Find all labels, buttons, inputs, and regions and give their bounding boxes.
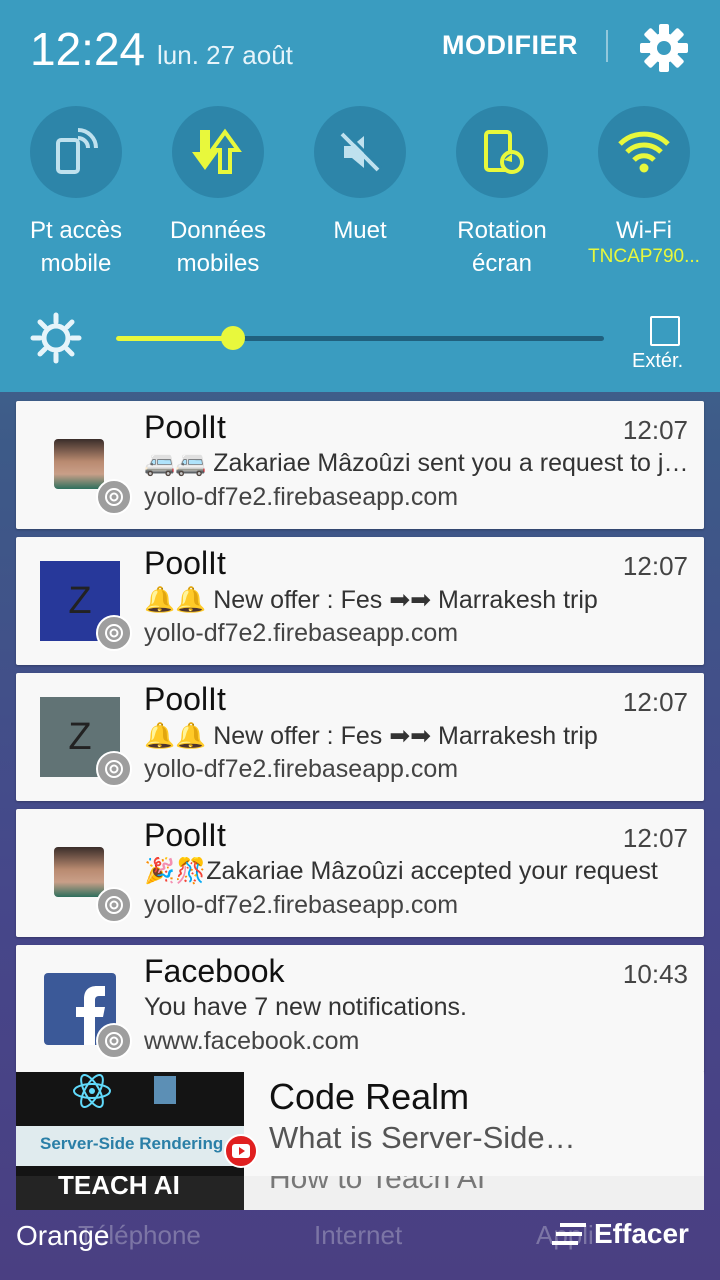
tile-mute[interactable]: Muet xyxy=(290,106,430,247)
notification-time: 12:07 xyxy=(622,415,688,445)
chrome-icon xyxy=(96,615,132,651)
notification-source: yollo-df7e2.firebaseapp.com xyxy=(144,891,459,919)
outdoor-checkbox[interactable] xyxy=(650,316,680,346)
clear-all-icon xyxy=(552,1223,586,1245)
clock: 12:24 xyxy=(30,23,146,75)
notification-time: 12:07 xyxy=(622,551,688,581)
tile-mobile-data-label: Données mobiles xyxy=(169,217,267,277)
avatar-letter: Z xyxy=(68,715,92,758)
notification-card[interactable]: Z PoolIt 12:07 🔔🔔 New offer : Fes ➡➡ Mar… xyxy=(16,673,704,801)
server-icon xyxy=(154,1076,176,1104)
react-logo-icon xyxy=(73,1074,111,1108)
notification-app-name: PoolIt xyxy=(144,817,226,853)
notification-message: 🔔🔔 New offer : Fes ➡➡ Marrakesh trip xyxy=(144,586,598,614)
wifi-icon xyxy=(618,131,670,173)
notification-card[interactable]: Z PoolIt 12:07 🔔🔔 New offer : Fes ➡➡ Mar… xyxy=(16,537,704,665)
youtube-icon xyxy=(224,1134,258,1168)
date: lun. 27 août xyxy=(157,40,293,70)
tile-wifi-button[interactable] xyxy=(598,106,690,198)
video-title: How to Teach AI xyxy=(269,1176,486,1195)
notification-source: www.facebook.com xyxy=(144,1027,360,1055)
video-title: What is Server-Side… xyxy=(269,1120,576,1155)
dock-label-internet: Internet xyxy=(314,1220,403,1250)
tile-wifi-label: Wi-Fi xyxy=(616,217,672,244)
video-thumbnail: TEACH AI xyxy=(16,1176,244,1210)
tile-wifi[interactable]: Wi-Fi TNCAP790... xyxy=(574,106,714,267)
notification-card[interactable]: Facebook 10:43 You have 7 new notificati… xyxy=(16,945,704,1073)
chrome-icon xyxy=(96,887,132,923)
notification-message: 🚐🚐 Zakariae Mâzoûzi sent you a request t… xyxy=(144,449,689,477)
notification-message: You have 7 new notifications. xyxy=(144,993,467,1021)
notification-time: 12:07 xyxy=(622,823,688,853)
notification-source: yollo-df7e2.firebaseapp.com xyxy=(144,755,459,783)
notification-time: 10:43 xyxy=(622,959,688,989)
notification-message: 🔔🔔 New offer : Fes ➡➡ Marrakesh trip xyxy=(144,722,598,750)
brightness-icon xyxy=(30,312,82,364)
wifi-network-name: TNCAP790... xyxy=(588,246,700,267)
tile-rotation-button[interactable] xyxy=(456,106,548,198)
notification-app-name: PoolIt xyxy=(144,409,226,445)
thumbnail-text: Server-Side Rendering xyxy=(40,1134,224,1153)
notification-card[interactable]: PoolIt 12:07 🎉🎊Zakariae Mâzoûzi accepted… xyxy=(16,809,704,937)
notification-app-name: PoolIt xyxy=(144,681,226,717)
divider xyxy=(606,30,608,62)
tile-mute-button[interactable] xyxy=(314,106,406,198)
mobile-data-icon xyxy=(192,128,242,174)
gear-icon[interactable] xyxy=(638,22,690,74)
tile-hotspot-button[interactable] xyxy=(30,106,122,198)
video-thumbnail: Server-Side Rendering xyxy=(16,1072,244,1176)
channel-name: Code Realm xyxy=(269,1076,470,1117)
rotation-icon xyxy=(484,130,524,174)
chrome-icon xyxy=(96,751,132,787)
avatar xyxy=(54,439,104,489)
tile-mobile-data-button[interactable] xyxy=(172,106,264,198)
notification-source: yollo-df7e2.firebaseapp.com xyxy=(144,619,459,647)
clear-all-label: Effacer xyxy=(594,1218,689,1249)
tile-rotation-label: Rotation écran xyxy=(457,217,547,277)
brightness-slider-fill xyxy=(116,336,233,341)
notification-app-name: PoolIt xyxy=(144,545,226,581)
notification-message: 🎉🎊Zakariae Mâzoûzi accepted your request xyxy=(144,857,658,885)
notification-app-name: Facebook xyxy=(144,953,285,989)
thumbnail-text: TEACH AI xyxy=(58,1176,180,1200)
hotspot-icon xyxy=(56,128,98,174)
chrome-icon xyxy=(96,479,132,515)
youtube-notification[interactable]: Server-Side Rendering Code Realm What is… xyxy=(16,1072,704,1176)
tile-hotspot-label: Pt accès mobile xyxy=(29,217,123,277)
notification-source: yollo-df7e2.firebaseapp.com xyxy=(144,483,459,511)
carrier-name: Orange xyxy=(16,1220,110,1251)
tile-mobile-data[interactable]: Données mobiles xyxy=(148,106,288,280)
quick-settings-panel: 12:24 lun. 27 août MODIFIER Pt accès mob… xyxy=(0,0,720,392)
brightness-slider-thumb[interactable] xyxy=(221,326,245,350)
modifier-button[interactable]: MODIFIER xyxy=(442,30,578,61)
tile-rotation[interactable]: Rotation écran xyxy=(432,106,572,280)
avatar xyxy=(54,847,104,897)
tile-hotspot[interactable]: Pt accès mobile xyxy=(6,106,146,280)
youtube-notification-collapsed[interactable]: TEACH AI How to Teach AI xyxy=(16,1176,704,1210)
clear-all-button[interactable]: Effacer xyxy=(552,1218,689,1250)
notification-card[interactable]: PoolIt 12:07 🚐🚐 Zakariae Mâzoûzi sent yo… xyxy=(16,401,704,529)
notification-time: 12:07 xyxy=(622,687,688,717)
mute-icon xyxy=(340,130,383,172)
avatar-letter: Z xyxy=(68,579,92,622)
tile-mute-label: Muet xyxy=(333,217,387,244)
outdoor-label: Extér. xyxy=(632,350,684,372)
chrome-icon xyxy=(96,1023,132,1059)
